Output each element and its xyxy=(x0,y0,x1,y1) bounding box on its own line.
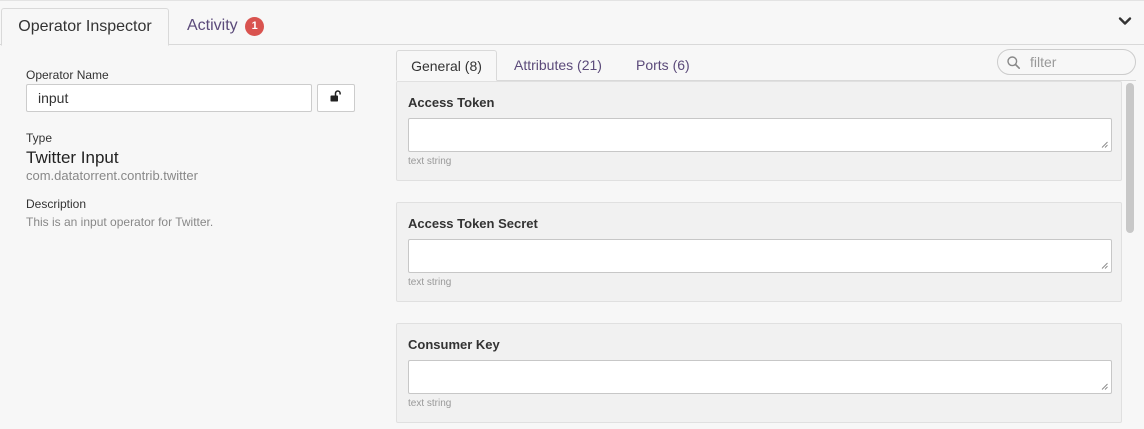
type-label: Type xyxy=(26,131,53,145)
property-hint: text string xyxy=(408,156,452,167)
tab-attributes[interactable]: Attributes (21) xyxy=(514,50,602,81)
tab-ports[interactable]: Ports (6) xyxy=(636,50,690,81)
property-hint: text string xyxy=(408,398,452,409)
tab-operator-inspector-label: Operator Inspector xyxy=(18,18,152,35)
tab-general[interactable]: General (8) xyxy=(396,50,497,81)
property-list-scrollbar[interactable] xyxy=(1126,83,1134,233)
inspector-header: Operator Inspector Activity 1 xyxy=(0,0,1144,46)
search-icon xyxy=(1007,56,1020,69)
consumer-key-field[interactable] xyxy=(408,360,1112,394)
tab-attributes-label: Attributes (21) xyxy=(514,57,602,73)
property-title: Consumer Key xyxy=(408,337,500,352)
operator-name-label: Operator Name xyxy=(26,68,109,82)
property-consumer-key: Consumer Key text string xyxy=(396,323,1122,423)
type-class: com.datatorrent.contrib.twitter xyxy=(26,168,198,183)
unlock-icon xyxy=(330,89,342,107)
access-token-field[interactable] xyxy=(408,118,1112,152)
filter-input[interactable] xyxy=(1030,53,1130,71)
properties-tabs: General (8) Attributes (21) Ports (6) xyxy=(396,47,1136,81)
type-name: Twitter Input xyxy=(26,148,119,167)
chevron-down-icon[interactable] xyxy=(1118,14,1132,28)
header-divider xyxy=(0,0,1144,4)
access-token-secret-field[interactable] xyxy=(408,239,1112,273)
description-section: Description This is an input operator fo… xyxy=(26,197,213,229)
resize-grip-icon[interactable] xyxy=(1101,141,1108,148)
filter-box xyxy=(997,49,1136,75)
description-label: Description xyxy=(26,197,87,211)
tab-activity-label: Activity xyxy=(187,17,238,34)
operator-name-input[interactable] xyxy=(26,84,312,112)
operator-name-row xyxy=(26,84,355,112)
tab-general-label: General (8) xyxy=(411,58,482,74)
property-title: Access Token Secret xyxy=(408,216,538,231)
activity-count-badge: 1 xyxy=(245,17,265,36)
tab-activity[interactable]: Activity 1 xyxy=(187,8,265,46)
unlock-button[interactable] xyxy=(317,84,355,112)
type-section: Type Twitter Input com.datatorrent.contr… xyxy=(26,131,198,183)
tab-ports-label: Ports (6) xyxy=(636,57,690,73)
property-title: Access Token xyxy=(408,95,495,110)
property-access-token-secret: Access Token Secret text string xyxy=(396,202,1122,302)
tab-operator-inspector[interactable]: Operator Inspector xyxy=(1,8,169,46)
property-access-token: Access Token text string xyxy=(396,81,1122,181)
property-list: Access Token text string Access Token Se… xyxy=(396,81,1136,429)
property-hint: text string xyxy=(408,277,452,288)
resize-grip-icon[interactable] xyxy=(1101,262,1108,269)
resize-grip-icon[interactable] xyxy=(1101,383,1108,390)
properties-panel: General (8) Attributes (21) Ports (6) Ac… xyxy=(396,47,1144,429)
description-text: This is an input operator for Twitter. xyxy=(26,215,214,229)
operator-details: Operator Name Type Twitter Input com.dat… xyxy=(26,68,356,229)
